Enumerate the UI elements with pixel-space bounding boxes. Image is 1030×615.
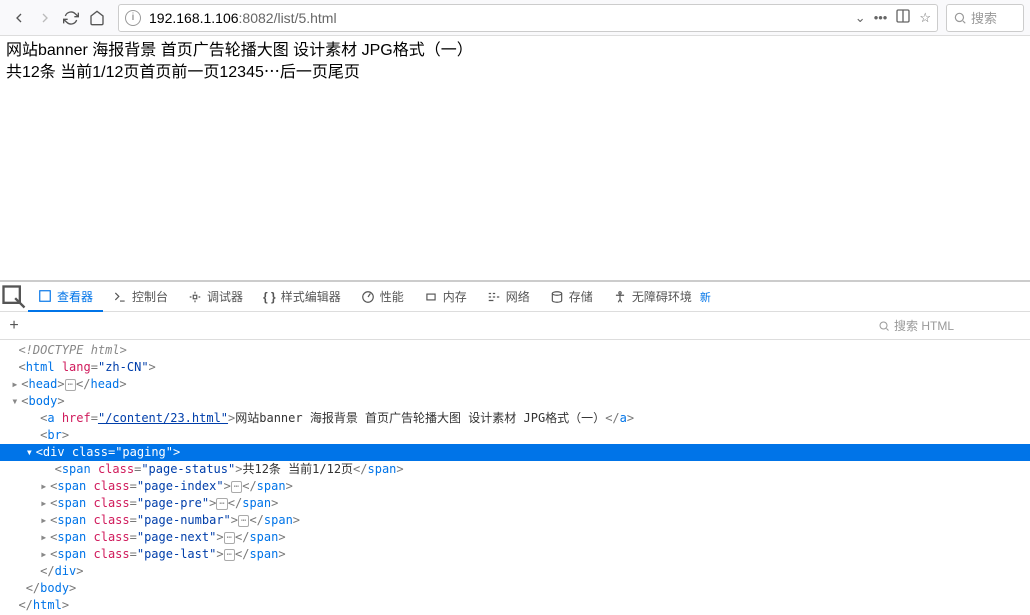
- forward-button[interactable]: [32, 5, 58, 31]
- url-text: 192.168.1.106:8082/list/5.html: [149, 10, 855, 26]
- paging-line: 共12条 当前1/12页首页前一页12345⋯后一页尾页: [6, 62, 1024, 84]
- url-bar[interactable]: i 192.168.1.106:8082/list/5.html ⌄ ••• ☆: [118, 4, 938, 32]
- reload-button[interactable]: [58, 5, 84, 31]
- reader-icon[interactable]: [895, 8, 911, 27]
- tab-inspector[interactable]: 查看器: [28, 282, 103, 312]
- search-placeholder: 搜索: [971, 8, 997, 27]
- browser-toolbar: i 192.168.1.106:8082/list/5.html ⌄ ••• ☆…: [0, 0, 1030, 36]
- browser-search[interactable]: 搜索: [946, 4, 1024, 32]
- bookmark-icon[interactable]: ☆: [919, 10, 931, 26]
- devtools-panel: 查看器 控制台 调试器 { }样式编辑器 性能 内存 网络 存储 无障碍环境新 …: [0, 280, 1030, 615]
- back-button[interactable]: [6, 5, 32, 31]
- page-content: 网站banner 海报背景 首页广告轮播大图 设计素材 JPG格式（一） 共12…: [0, 36, 1030, 280]
- info-icon[interactable]: i: [125, 10, 141, 26]
- selected-node[interactable]: <div class="paging">: [0, 444, 1030, 461]
- html-tree[interactable]: <!DOCTYPE html> <html lang="zh-CN"> <hea…: [0, 340, 1030, 615]
- tab-network[interactable]: 网络: [477, 282, 540, 312]
- more-icon[interactable]: •••: [874, 10, 888, 25]
- tab-memory[interactable]: 内存: [414, 282, 477, 312]
- add-node-button[interactable]: +: [4, 317, 24, 335]
- devtools-tabs: 查看器 控制台 调试器 { }样式编辑器 性能 内存 网络 存储 无障碍环境新: [0, 282, 1030, 312]
- devtools-sub-toolbar: + 搜索 HTML: [0, 312, 1030, 340]
- tab-style-editor[interactable]: { }样式编辑器: [253, 282, 351, 312]
- tab-console[interactable]: 控制台: [103, 282, 178, 312]
- tab-accessibility[interactable]: 无障碍环境新: [603, 282, 721, 312]
- tab-debugger[interactable]: 调试器: [178, 282, 253, 312]
- dropdown-icon[interactable]: ⌄: [855, 10, 866, 26]
- home-button[interactable]: [84, 5, 110, 31]
- content-link[interactable]: 网站banner 海报背景 首页广告轮播大图 设计素材 JPG格式（一）: [6, 42, 473, 59]
- tab-performance[interactable]: 性能: [351, 282, 414, 312]
- html-search[interactable]: 搜索 HTML: [878, 317, 1026, 334]
- element-picker-icon[interactable]: [0, 282, 28, 312]
- tab-storage[interactable]: 存储: [540, 282, 603, 312]
